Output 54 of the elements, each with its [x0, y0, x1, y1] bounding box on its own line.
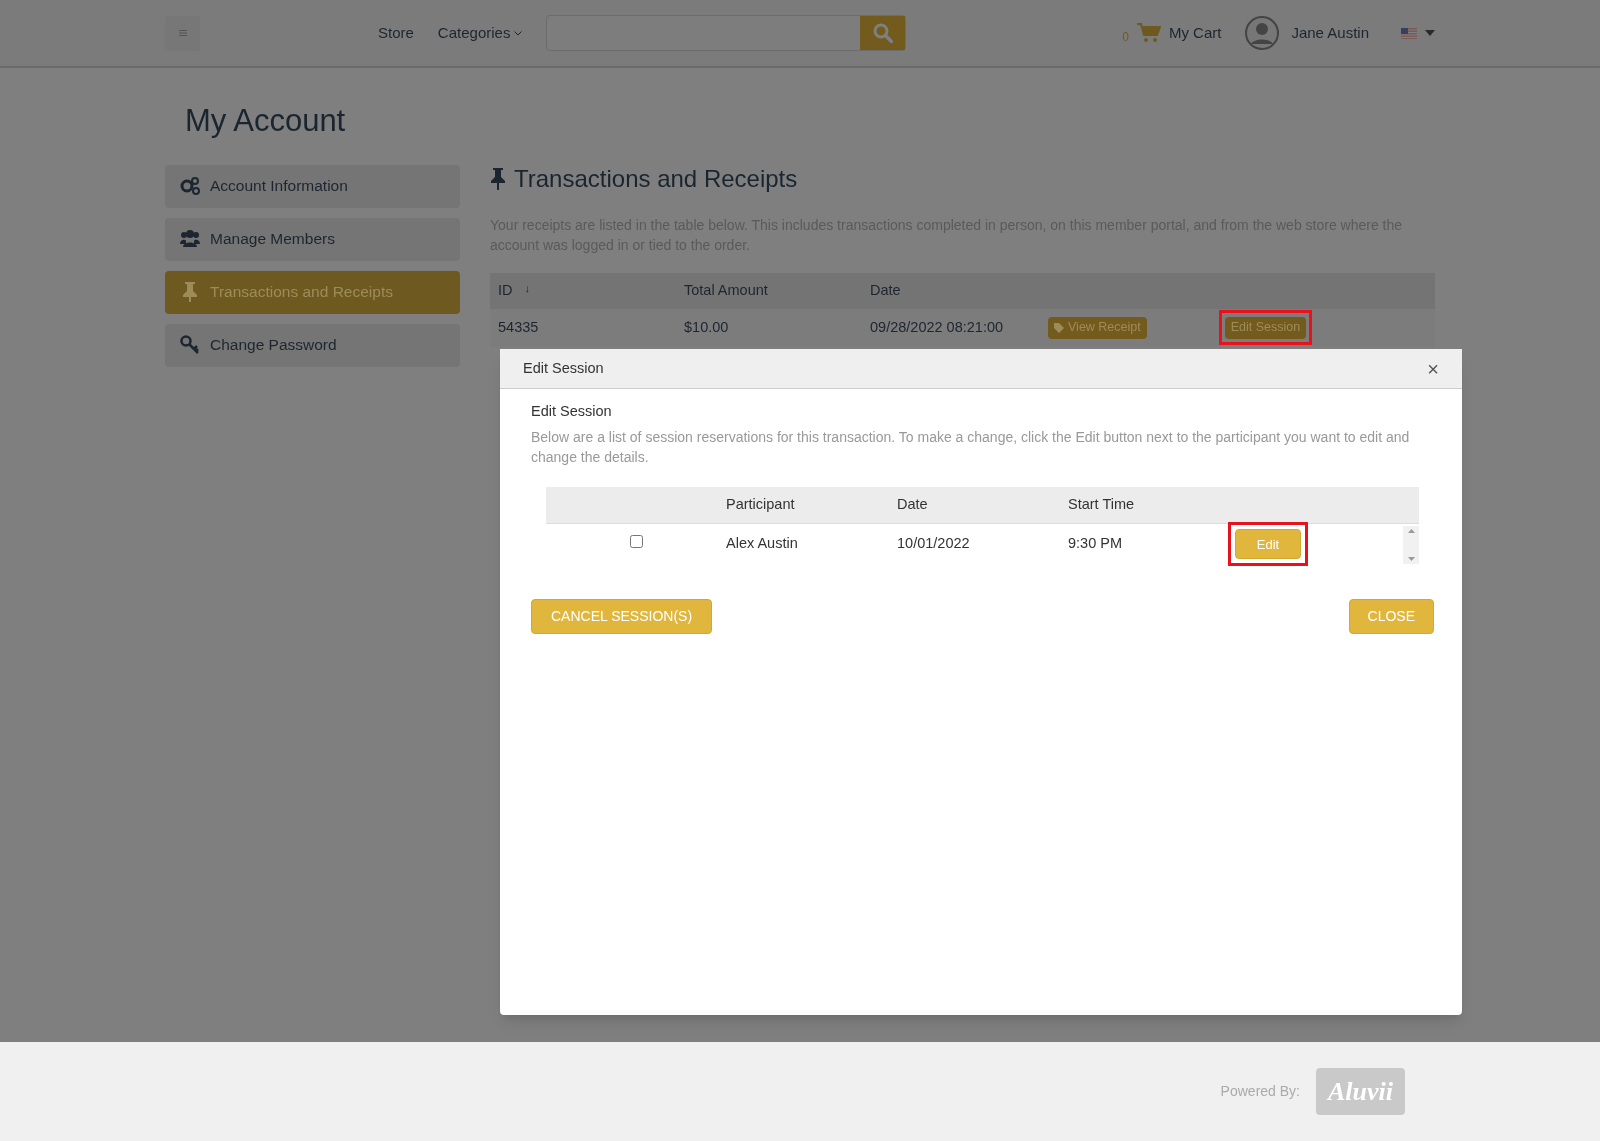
cart-icon[interactable] [1136, 23, 1161, 43]
pin-icon [490, 167, 506, 190]
cart-link[interactable]: My Cart [1168, 21, 1222, 45]
sidebar-item[interactable]: Transactions and Receipts [165, 270, 460, 314]
table-cell-text: 10/01/2022 [897, 534, 971, 554]
caret-icon[interactable] [1425, 30, 1435, 36]
key-icon [180, 335, 200, 355]
column-header[interactable]: ID [498, 279, 513, 302]
modal-description: Below are a list of session reservations for this transaction. To make a change, click the Edit button next to the participant you want to edit and change the details. [531, 427, 1411, 467]
table-cell-text: 9:30 PM [1068, 534, 1123, 554]
table-cell-text: Alex Austin [726, 534, 799, 554]
tag-icon [1054, 322, 1064, 333]
scroll-down-icon[interactable] [1407, 556, 1415, 561]
page-title: My Account [185, 102, 347, 140]
modal-title: Edit Session [523, 358, 604, 378]
edit-button[interactable]: Edit [1235, 529, 1301, 560]
scroll-up-icon[interactable] [1407, 528, 1415, 533]
cancel-sessions-button[interactable]: CANCEL SESSION(S) [531, 598, 713, 634]
view-receipt-button[interactable]: View Receipt [1048, 316, 1147, 339]
flag-icon[interactable] [1401, 27, 1417, 39]
column-header[interactable]: Date [870, 279, 901, 302]
search-icon [872, 23, 893, 43]
search-field[interactable] [546, 15, 907, 51]
gears-icon [180, 176, 200, 196]
column-header[interactable]: Date [897, 493, 1068, 516]
powered-by-label: Powered By: [1220, 1082, 1300, 1101]
pin-icon [180, 282, 200, 302]
user-name-link[interactable]: Jane Austin [1291, 21, 1369, 45]
chevron-icon [514, 30, 523, 36]
scrollbar[interactable] [1403, 525, 1419, 564]
sort-indicator[interactable]: ↓ [524, 279, 530, 302]
close-button[interactable]: CLOSE [1348, 598, 1434, 634]
sidebar-item[interactable]: Manage Members [165, 217, 460, 261]
column-header[interactable]: Start Time [1068, 493, 1228, 516]
table-cell-text: 54335 [497, 317, 540, 337]
section-title: Transactions and Receipts [514, 163, 798, 194]
categories-dropdown[interactable]: Categories [437, 21, 523, 45]
column-header[interactable]: Total Amount [684, 279, 768, 302]
sidebar-item[interactable]: Change Password [165, 323, 460, 367]
menu-button[interactable] [165, 15, 200, 51]
close-button[interactable]: × [1427, 353, 1439, 384]
modal-heading: Edit Session [531, 402, 613, 421]
checkbox[interactable] [629, 534, 643, 548]
nav-link[interactable]: Store [378, 21, 414, 45]
edit-session-button[interactable]: Edit Session [1224, 316, 1307, 339]
column-header[interactable]: Participant [726, 493, 897, 516]
sidebar-item[interactable]: Account Information [165, 164, 460, 208]
cart-count: 0 [1122, 29, 1129, 45]
table-cell-text: 09/28/2022 08:21:00 [869, 317, 1005, 337]
avatar-icon[interactable] [1245, 16, 1280, 50]
table-cell-text: $10.00 [683, 317, 730, 337]
search-button[interactable] [860, 16, 906, 50]
users-icon [180, 229, 200, 249]
menu-icon [178, 30, 187, 36]
